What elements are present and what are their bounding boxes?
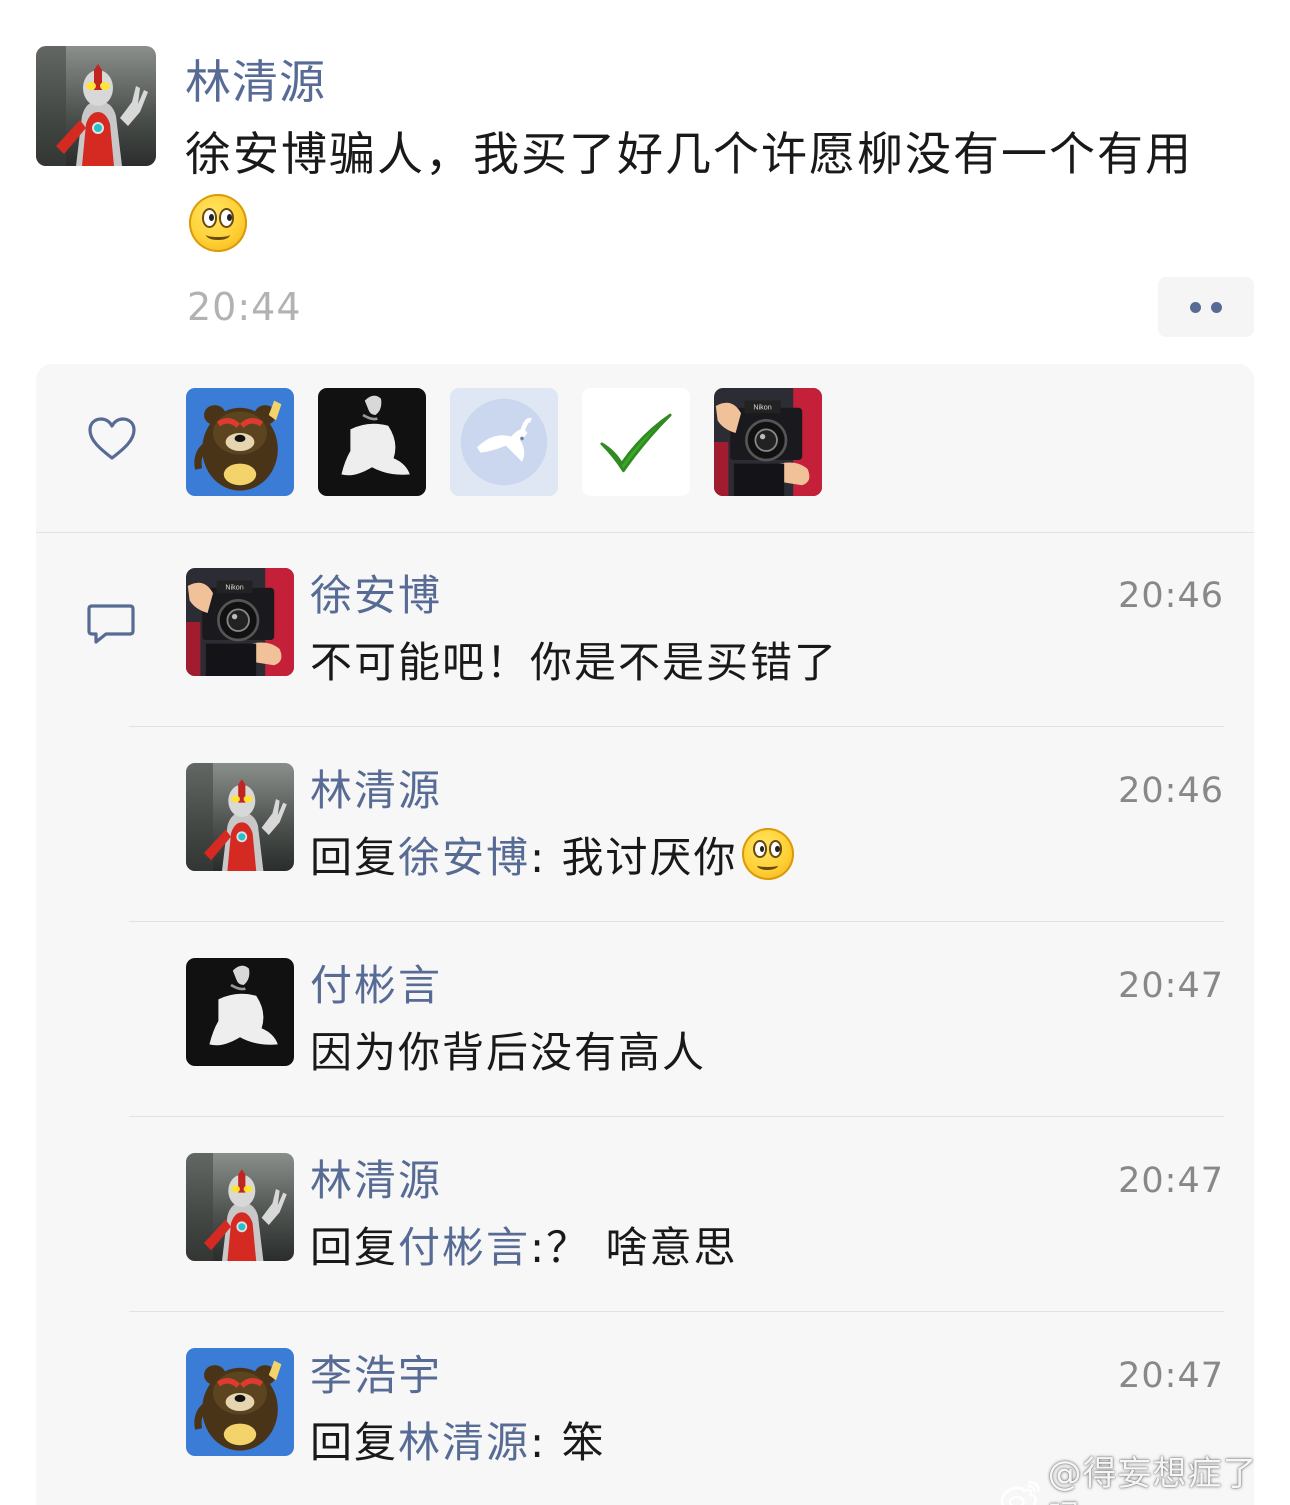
comment-divider bbox=[129, 921, 1224, 922]
interaction-panel: 徐安博 20:46 不可能吧！你是不是买错了 林清源 20:46 回复徐安博: … bbox=[36, 364, 1254, 1505]
post-author-name[interactable]: 林清源 bbox=[185, 50, 326, 114]
comment-time: 20:47 bbox=[1118, 1356, 1224, 1396]
commenter-avatar[interactable] bbox=[186, 763, 294, 871]
weibo-logo-icon bbox=[1000, 1480, 1040, 1505]
comment-body: : 笨 bbox=[530, 1418, 606, 1467]
comment-body: :？ 啥意思 bbox=[530, 1223, 738, 1272]
comment-item[interactable]: 付彬言 20:47 因为你背后没有高人 bbox=[129, 958, 1224, 1153]
comment-text: 不可能吧！你是不是买错了 bbox=[310, 632, 838, 694]
comment-text: 回复林清源: 笨 bbox=[310, 1412, 606, 1474]
comment-divider bbox=[129, 1311, 1224, 1312]
more-dots-icon bbox=[1190, 301, 1201, 313]
comment-text: 因为你背后没有高人 bbox=[310, 1022, 706, 1084]
comment-text: 回复徐安博: 我讨厌你 bbox=[310, 827, 794, 889]
comment-body: 因为你背后没有高人 bbox=[310, 1028, 707, 1077]
reply-prefix: 回复 bbox=[310, 1418, 399, 1467]
post-content: 徐安博骗人，我买了好几个许愿柳没有一个有用 bbox=[185, 118, 1225, 262]
comment-item[interactable]: 林清源 20:46 回复徐安博: 我讨厌你 bbox=[129, 763, 1224, 958]
comment-body: 不可能吧！你是不是买错了 bbox=[310, 638, 839, 687]
watermark-text: @得妄想症了吗 bbox=[1047, 1454, 1258, 1505]
commenter-name[interactable]: 付彬言 bbox=[310, 958, 442, 1014]
comment-item[interactable]: 林清源 20:47 回复付彬言:？ 啥意思 bbox=[129, 1153, 1224, 1348]
comment-time: 20:46 bbox=[1118, 576, 1224, 616]
commenter-name[interactable]: 李浩宇 bbox=[310, 1348, 442, 1404]
like-avatar-camera[interactable] bbox=[714, 388, 822, 496]
comment-bubble-icon bbox=[87, 604, 135, 644]
post-timestamp: 20:44 bbox=[187, 285, 302, 329]
post-author-avatar[interactable] bbox=[36, 46, 156, 166]
smiling-face-emoji bbox=[189, 194, 247, 252]
commenter-avatar[interactable] bbox=[186, 568, 294, 676]
weibo-watermark: @得妄想症了吗 bbox=[1000, 1452, 1290, 1505]
commenter-avatar[interactable] bbox=[186, 1153, 294, 1261]
commenter-name[interactable]: 林清源 bbox=[310, 763, 442, 819]
reply-target-name[interactable]: 徐安博 bbox=[398, 833, 530, 882]
reply-prefix: 回复 bbox=[310, 1223, 399, 1272]
comment-time: 20:46 bbox=[1118, 771, 1224, 811]
comment-body: : 我讨厌你 bbox=[530, 833, 738, 882]
more-actions-button[interactable] bbox=[1158, 277, 1254, 337]
commenter-name[interactable]: 林清源 bbox=[310, 1153, 442, 1209]
reply-prefix: 回复 bbox=[310, 833, 399, 882]
like-avatar-bear[interactable] bbox=[186, 388, 294, 496]
commenter-avatar[interactable] bbox=[186, 1348, 294, 1456]
reply-target-name[interactable]: 林清源 bbox=[398, 1418, 530, 1467]
comment-divider bbox=[129, 726, 1224, 727]
commenter-name[interactable]: 徐安博 bbox=[310, 568, 442, 624]
commenter-avatar[interactable] bbox=[186, 958, 294, 1066]
comment-time: 20:47 bbox=[1118, 1161, 1224, 1201]
post-text: 徐安博骗人，我买了好几个许愿柳没有一个有用 bbox=[185, 127, 1193, 181]
more-dots-icon bbox=[1211, 301, 1222, 313]
comment-divider bbox=[129, 1116, 1224, 1117]
comment-time: 20:47 bbox=[1118, 966, 1224, 1006]
moments-post-page: 林清源 徐安博骗人，我买了好几个许愿柳没有一个有用 20:44 徐安博 20:4… bbox=[0, 0, 1290, 1505]
like-avatar-check[interactable] bbox=[582, 388, 690, 496]
smiling-face-emoji bbox=[741, 828, 794, 880]
like-avatar-figure[interactable] bbox=[318, 388, 426, 496]
reply-target-name[interactable]: 付彬言 bbox=[398, 1223, 530, 1272]
heart-icon bbox=[88, 417, 136, 460]
comment-item[interactable]: 徐安博 20:46 不可能吧！你是不是买错了 bbox=[129, 568, 1224, 763]
comment-text: 回复付彬言:？ 啥意思 bbox=[310, 1217, 738, 1279]
like-avatar-rabbit[interactable] bbox=[450, 388, 558, 496]
likes-list bbox=[186, 388, 822, 496]
likes-divider bbox=[36, 532, 1254, 533]
